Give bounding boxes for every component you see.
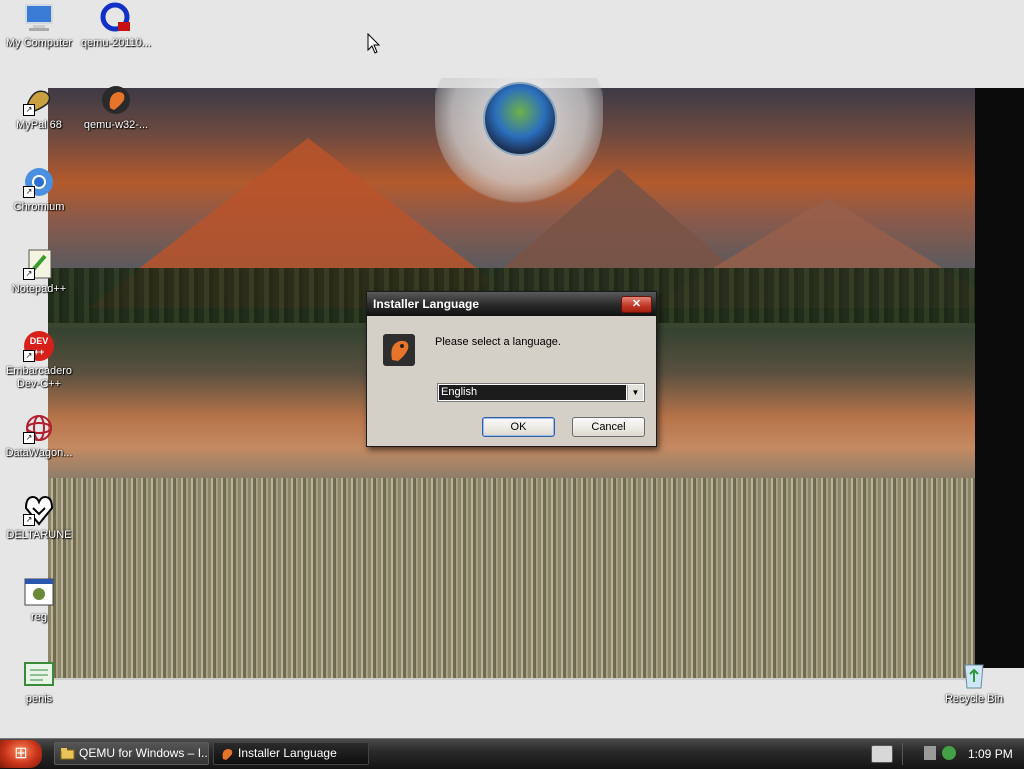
desktop-icon-label: DELTARUNE bbox=[6, 529, 72, 541]
windows-logo-icon: ⊞ bbox=[14, 745, 28, 762]
desktop-icon-label: MyPal 68 bbox=[16, 119, 62, 131]
desktop-icon-label: Chromium bbox=[13, 201, 65, 213]
qemu-bird-icon bbox=[100, 84, 132, 116]
desktop-icon-label: My Computer bbox=[5, 37, 73, 49]
keyboard-icon[interactable] bbox=[871, 745, 893, 763]
dialog-titlebar[interactable]: Installer Language ✕ bbox=[367, 292, 656, 316]
recycle-bin-icon bbox=[958, 658, 990, 690]
shortcut-arrow-icon: ↗ bbox=[23, 186, 35, 198]
desktop-icon-dev-cpp[interactable]: DEV ++ ↗ Embarcadero Dev-C++ bbox=[1, 330, 77, 391]
dropdown-arrow-icon[interactable]: ▼ bbox=[627, 385, 643, 400]
chromium-icon: ↗ bbox=[23, 166, 55, 198]
desktop-icon-qemu-w32[interactable]: qemu-w32-... bbox=[78, 84, 154, 132]
desktop-icon-mypal[interactable]: ↗ MyPal 68 bbox=[1, 84, 77, 132]
start-button[interactable]: ⊞ bbox=[0, 740, 42, 768]
desktop-icon-notepad-plus-plus[interactable]: ↗ Notepad++ bbox=[1, 248, 77, 296]
desktop-icon-datawagon[interactable]: ↗ DataWagon... bbox=[1, 412, 77, 460]
shortcut-arrow-icon: ↗ bbox=[23, 432, 35, 444]
language-select-value: English bbox=[439, 385, 626, 400]
mouse-cursor-icon bbox=[367, 33, 381, 54]
desktop-icon-label: qemu-20110... bbox=[80, 37, 152, 49]
desktop-icon-deltarune[interactable]: ↗ DELTARUNE bbox=[1, 494, 77, 542]
desktop-icon-my-computer[interactable]: My Computer bbox=[1, 2, 77, 50]
desktop-icon-label: penis bbox=[25, 693, 53, 705]
taskbar-item-installer-language[interactable]: Installer Language bbox=[213, 742, 369, 765]
svg-text:++: ++ bbox=[34, 347, 45, 357]
mypal-icon: ↗ bbox=[23, 84, 55, 116]
taskbar-item-label: QEMU for Windows – I... bbox=[79, 746, 209, 760]
wallpaper-frame bbox=[975, 88, 1024, 668]
windows-orb-icon bbox=[483, 82, 557, 156]
deltarune-icon: ↗ bbox=[23, 494, 55, 526]
shortcut-arrow-icon: ↗ bbox=[23, 350, 35, 362]
shortcut-arrow-icon: ↗ bbox=[23, 104, 35, 116]
qemu-icon bbox=[100, 2, 132, 34]
close-icon: ✕ bbox=[631, 298, 642, 310]
qemu-bird-icon bbox=[222, 749, 233, 760]
notepad-plus-plus-icon: ↗ bbox=[23, 248, 55, 280]
taskbar-item-label: Installer Language bbox=[238, 746, 337, 760]
desktop-icon-label: Recycle Bin bbox=[944, 693, 1004, 705]
registry-file-icon bbox=[23, 576, 55, 608]
tray-separator bbox=[902, 743, 903, 765]
network-icon[interactable] bbox=[924, 746, 936, 760]
close-button[interactable]: ✕ bbox=[621, 296, 652, 313]
taskbar: ⊞ QEMU for Windows – I... Installer Lang… bbox=[0, 738, 1024, 769]
dialog-message: Please select a language. bbox=[435, 336, 561, 348]
desktop-icon-penis[interactable]: penis bbox=[1, 658, 77, 706]
desktop-icon-label: Notepad++ bbox=[11, 283, 67, 295]
desktop-icon-label: reg bbox=[31, 611, 47, 623]
wallpaper-reeds bbox=[48, 478, 978, 678]
shortcut-arrow-icon: ↗ bbox=[23, 268, 35, 280]
ok-button[interactable]: OK bbox=[482, 417, 555, 437]
clock[interactable]: 1:09 PM bbox=[968, 739, 1013, 769]
desktop-icon-label: DataWagon... bbox=[5, 447, 73, 459]
shortcut-arrow-icon: ↗ bbox=[23, 514, 35, 526]
dialog-title: Installer Language bbox=[373, 297, 480, 311]
installer-language-dialog: Installer Language ✕ Please select a lan… bbox=[366, 291, 657, 447]
desktop-icon-label: Embarcadero Dev-C++ bbox=[5, 365, 73, 390]
taskbar-item-qemu[interactable]: QEMU for Windows – I... bbox=[54, 742, 209, 765]
desktop-icon-qemu-folder[interactable]: qemu-20110... bbox=[78, 2, 154, 50]
desktop-icon-label: qemu-w32-... bbox=[83, 119, 149, 131]
dev-cpp-icon: DEV ++ ↗ bbox=[23, 330, 55, 362]
language-select[interactable]: English ▼ bbox=[437, 383, 645, 402]
desktop-icon-chromium[interactable]: ↗ Chromium bbox=[1, 166, 77, 214]
desktop-icon-recycle-bin[interactable]: Recycle Bin bbox=[936, 658, 1012, 706]
svg-text:DEV: DEV bbox=[30, 336, 49, 346]
computer-icon bbox=[23, 2, 55, 34]
desktop-icon-reg[interactable]: reg bbox=[1, 576, 77, 624]
safely-remove-icon[interactable] bbox=[942, 746, 956, 760]
system-tray: 1:09 PM bbox=[868, 739, 1024, 769]
cancel-button[interactable]: Cancel bbox=[572, 417, 645, 437]
folder-icon bbox=[60, 748, 75, 760]
installer-icon bbox=[383, 334, 415, 366]
text-file-icon bbox=[23, 658, 55, 690]
datawagon-icon: ↗ bbox=[23, 412, 55, 444]
